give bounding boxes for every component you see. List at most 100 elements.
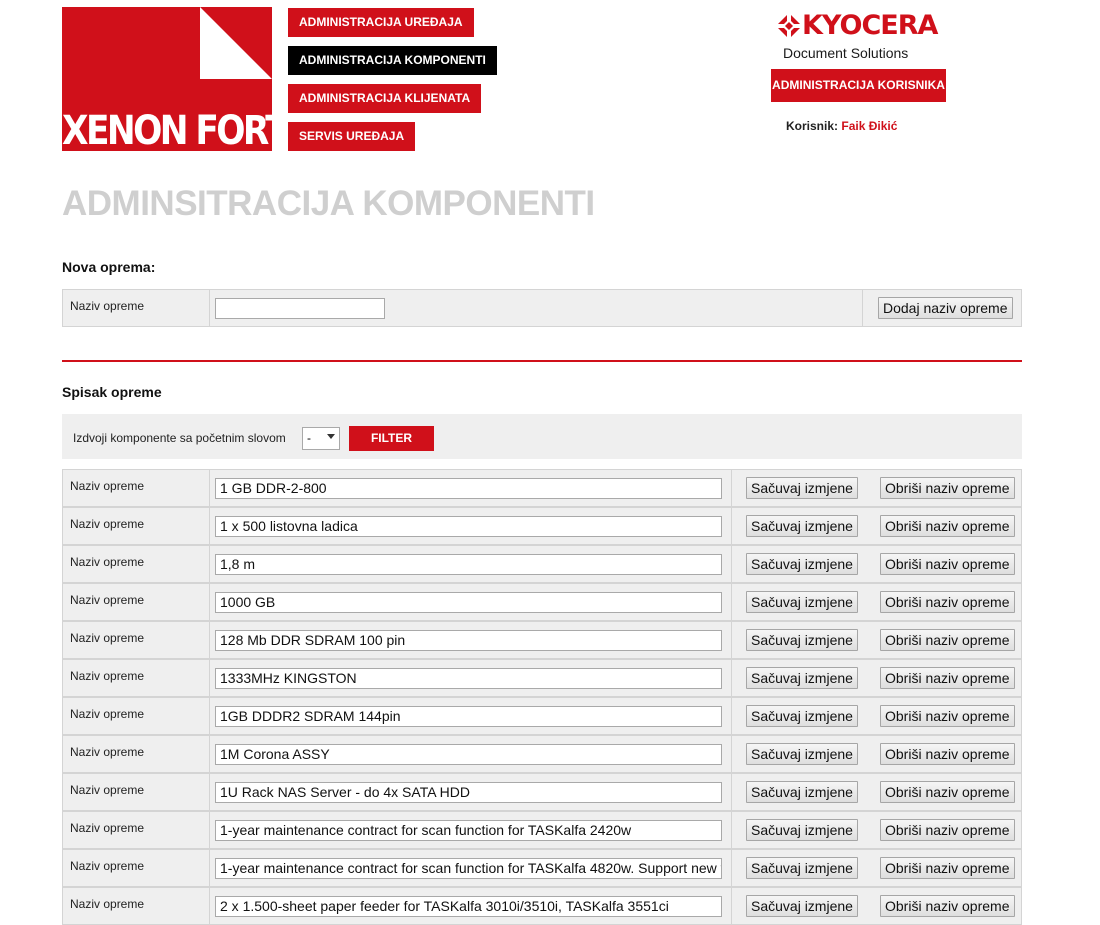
equipment-row-label: Naziv opreme: [70, 897, 145, 911]
equipment-row: Naziv opreme 1 GB DDR-2-800 Sačuvaj izmjen…: [62, 469, 1022, 507]
row-divider: [209, 812, 210, 848]
new-item-name-input[interactable]: [215, 298, 385, 319]
delete-item-button[interactable]: Obriši naziv opreme: [880, 705, 1015, 727]
row-divider: [731, 812, 732, 848]
save-changes-button[interactable]: Sačuvaj izmjene: [746, 591, 858, 613]
equipment-name-input[interactable]: 1 GB DDR-2-800: [215, 478, 722, 499]
new-item-heading: Nova oprema:: [62, 259, 156, 275]
delete-item-button[interactable]: Obriši naziv opreme: [880, 477, 1015, 499]
delete-item-button[interactable]: Obriši naziv opreme: [880, 591, 1015, 613]
equipment-row-label: Naziv opreme: [70, 479, 145, 493]
xenon-forte-logo[interactable]: XENON FORTE: [62, 7, 272, 151]
row-divider: [209, 774, 210, 810]
save-changes-button[interactable]: Sačuvaj izmjene: [746, 743, 858, 765]
list-heading: Spisak opreme: [62, 384, 162, 400]
save-changes-button[interactable]: Sačuvaj izmjene: [746, 515, 858, 537]
row-divider: [731, 850, 732, 886]
equipment-row: Naziv opreme 1000 GB Sačuvaj izmjene Obriši…: [62, 583, 1022, 621]
equipment-row: Naziv opreme 1-year maintenance contract …: [62, 811, 1022, 849]
equipment-name-input[interactable]: 1U Rack NAS Server - do 4x SATA HDD: [215, 782, 722, 803]
equipment-row: Naziv opreme 1GB DDDR2 SDRAM 144pin Sačuva…: [62, 697, 1022, 735]
save-changes-button[interactable]: Sačuvaj izmjene: [746, 819, 858, 841]
row-divider: [731, 508, 732, 544]
save-changes-button[interactable]: Sačuvaj izmjene: [746, 629, 858, 651]
equipment-row-label: Naziv opreme: [70, 745, 145, 759]
save-changes-button[interactable]: Sačuvaj izmjene: [746, 895, 858, 917]
delete-item-button[interactable]: Obriši naziv opreme: [880, 553, 1015, 575]
nav-administracija-klijenata[interactable]: ADMINISTRACIJA KLIJENATA: [288, 84, 482, 113]
equipment-row: Naziv opreme 1-year maintenance contract …: [62, 849, 1022, 887]
row-divider: [209, 470, 210, 506]
user-label: Korisnik:: [786, 119, 839, 133]
row-divider: [731, 546, 732, 582]
row-divider: [862, 290, 863, 326]
filter-button[interactable]: FILTER: [349, 426, 434, 451]
delete-item-button[interactable]: Obriši naziv opreme: [880, 819, 1015, 841]
equipment-name-input[interactable]: 1M Corona ASSY: [215, 744, 722, 765]
delete-item-button[interactable]: Obriši naziv opreme: [880, 857, 1015, 879]
equipment-name-input[interactable]: 1,8 m: [215, 554, 722, 575]
equipment-row-label: Naziv opreme: [70, 555, 145, 569]
add-item-button[interactable]: Dodaj naziv opreme: [878, 297, 1013, 319]
new-item-row: Naziv opreme Dodaj naziv opreme: [62, 289, 1022, 327]
delete-item-button[interactable]: Obriši naziv opreme: [880, 895, 1015, 917]
equipment-row: Naziv opreme 1U Rack NAS Server - do 4x S…: [62, 773, 1022, 811]
equipment-name-input[interactable]: 1-year maintenance contract for scan fun…: [215, 858, 722, 879]
kyocera-logo-text: KYOCERA: [802, 10, 938, 41]
administracija-korisnika-button[interactable]: ADMINISTRACIJA KORISNIKA: [771, 69, 946, 102]
row-divider: [209, 584, 210, 620]
save-changes-button[interactable]: Sačuvaj izmjene: [746, 857, 858, 879]
filter-bar: Izdvoji komponente sa početnim slovom - …: [62, 414, 1022, 459]
equipment-name-input[interactable]: 2 x 1.500-sheet paper feeder for TASKalf…: [215, 896, 722, 917]
first-letter-select[interactable]: -: [302, 427, 340, 450]
delete-item-button[interactable]: Obriši naziv opreme: [880, 629, 1015, 651]
equipment-name-input[interactable]: 1333MHz KINGSTON: [215, 668, 722, 689]
row-divider: [731, 888, 732, 924]
equipment-row: Naziv opreme 128 Mb DDR SDRAM 100 pin Saču…: [62, 621, 1022, 659]
save-changes-button[interactable]: Sačuvaj izmjene: [746, 781, 858, 803]
first-letter-select-value: -: [307, 431, 311, 445]
nav-administracija-uredjaja[interactable]: ADMINISTRACIJA UREĐAJA: [288, 8, 474, 37]
equipment-name-input[interactable]: 128 Mb DDR SDRAM 100 pin: [215, 630, 722, 651]
logo-text: XENON FORTE: [62, 108, 272, 151]
equipment-row-label: Naziv opreme: [70, 593, 145, 607]
row-divider: [731, 622, 732, 658]
save-changes-button[interactable]: Sačuvaj izmjene: [746, 705, 858, 727]
filter-label: Izdvoji komponente sa početnim slovom: [73, 431, 286, 445]
page-title: ADMINSITRACIJA KOMPONENTI: [62, 184, 595, 223]
save-changes-button[interactable]: Sačuvaj izmjene: [746, 667, 858, 689]
delete-item-button[interactable]: Obriši naziv opreme: [880, 515, 1015, 537]
row-divider: [209, 850, 210, 886]
equipment-name-input[interactable]: 1000 GB: [215, 592, 722, 613]
equipment-name-input[interactable]: 1-year maintenance contract for scan fun…: [215, 820, 722, 841]
row-divider: [209, 736, 210, 772]
row-divider: [209, 622, 210, 658]
row-divider: [731, 774, 732, 810]
delete-item-button[interactable]: Obriši naziv opreme: [880, 743, 1015, 765]
row-divider: [731, 736, 732, 772]
row-divider: [209, 290, 210, 326]
equipment-row-label: Naziv opreme: [70, 669, 145, 683]
delete-item-button[interactable]: Obriši naziv opreme: [880, 781, 1015, 803]
row-divider: [731, 660, 732, 696]
equipment-name-input[interactable]: 1GB DDDR2 SDRAM 144pin: [215, 706, 722, 727]
equipment-row: Naziv opreme 2 x 1.500-sheet paper feeder…: [62, 887, 1022, 925]
equipment-row: Naziv opreme 1M Corona ASSY Sačuvaj izmjen…: [62, 735, 1022, 773]
user-name-link[interactable]: Faik Đikić: [841, 119, 897, 133]
section-divider: [62, 360, 1022, 362]
save-changes-button[interactable]: Sačuvaj izmjene: [746, 477, 858, 499]
equipment-row-label: Naziv opreme: [70, 517, 145, 531]
equipment-name-input[interactable]: 1 x 500 listovna ladica: [215, 516, 722, 537]
delete-item-button[interactable]: Obriši naziv opreme: [880, 667, 1015, 689]
user-info: Korisnik: Faik Đikić: [786, 119, 897, 133]
equipment-row-label: Naziv opreme: [70, 821, 145, 835]
nav-administracija-komponenti[interactable]: ADMINISTRACIJA KOMPONENTI: [288, 46, 497, 75]
new-item-label: Naziv opreme: [70, 299, 145, 313]
save-changes-button[interactable]: Sačuvaj izmjene: [746, 553, 858, 575]
row-divider: [731, 470, 732, 506]
row-divider: [731, 584, 732, 620]
row-divider: [209, 698, 210, 734]
row-divider: [209, 546, 210, 582]
equipment-row-label: Naziv opreme: [70, 631, 145, 645]
nav-servis-uredjaja[interactable]: SERVIS UREĐAJA: [288, 122, 416, 151]
